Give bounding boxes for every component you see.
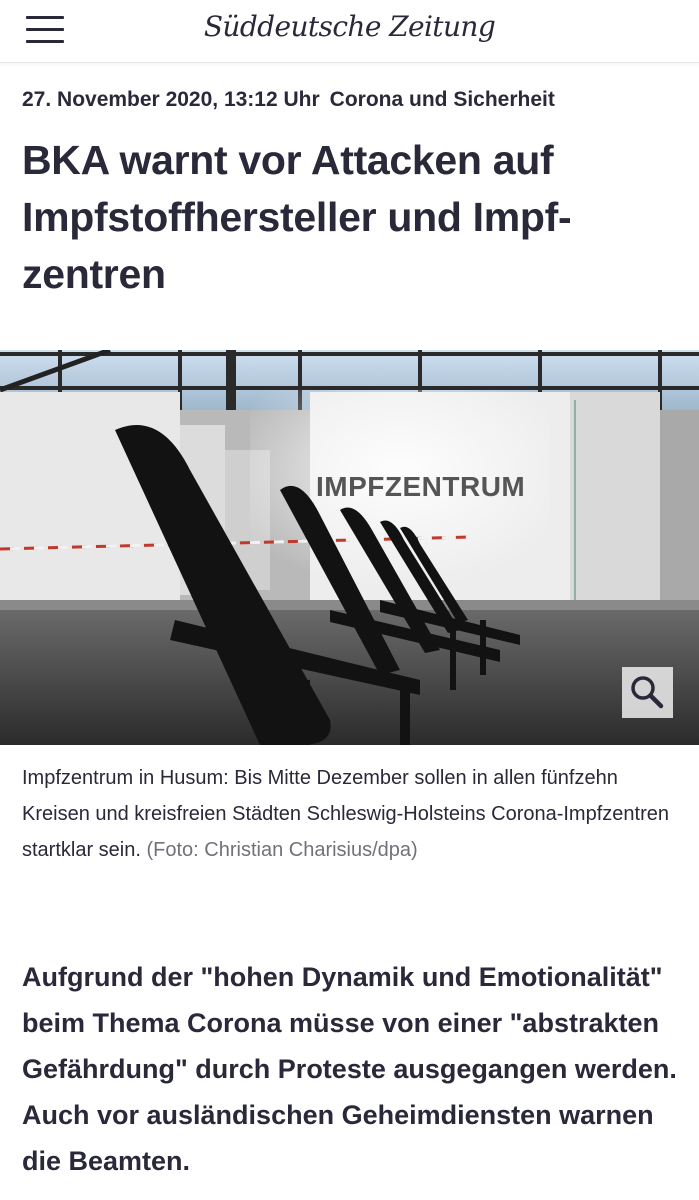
- photo-scene: IMPFZENTRUM: [0, 350, 699, 745]
- photo-credit: (Foto: Christian Charisius/dpa): [146, 839, 418, 861]
- image-caption: Impfzentrum in Husum: Bis Mitte Dezember…: [22, 760, 682, 868]
- site-logo[interactable]: Süddeutsche Zeitung: [0, 10, 699, 43]
- article-date: 27. November 2020, 13:12 Uhr: [22, 88, 320, 111]
- article-topic[interactable]: Corona und Sicherheit: [330, 88, 555, 111]
- sign-text: IMPFZENTRUM: [316, 471, 525, 502]
- image-zoom-button[interactable]: [622, 667, 673, 718]
- article-photo[interactable]: IMPFZENTRUM: [0, 350, 699, 745]
- magnifier-icon: [631, 676, 664, 709]
- article-headline: BKA warnt vor Attacken auf Impfstoffhers…: [22, 137, 572, 297]
- article-meta: 27. November 2020, 13:12 Uhr Corona und S…: [22, 88, 555, 112]
- article-lead: Aufgrund der "hohen Dynamik und Emotiona…: [22, 962, 677, 1176]
- site-header: Süddeutsche Zeitung: [0, 0, 699, 63]
